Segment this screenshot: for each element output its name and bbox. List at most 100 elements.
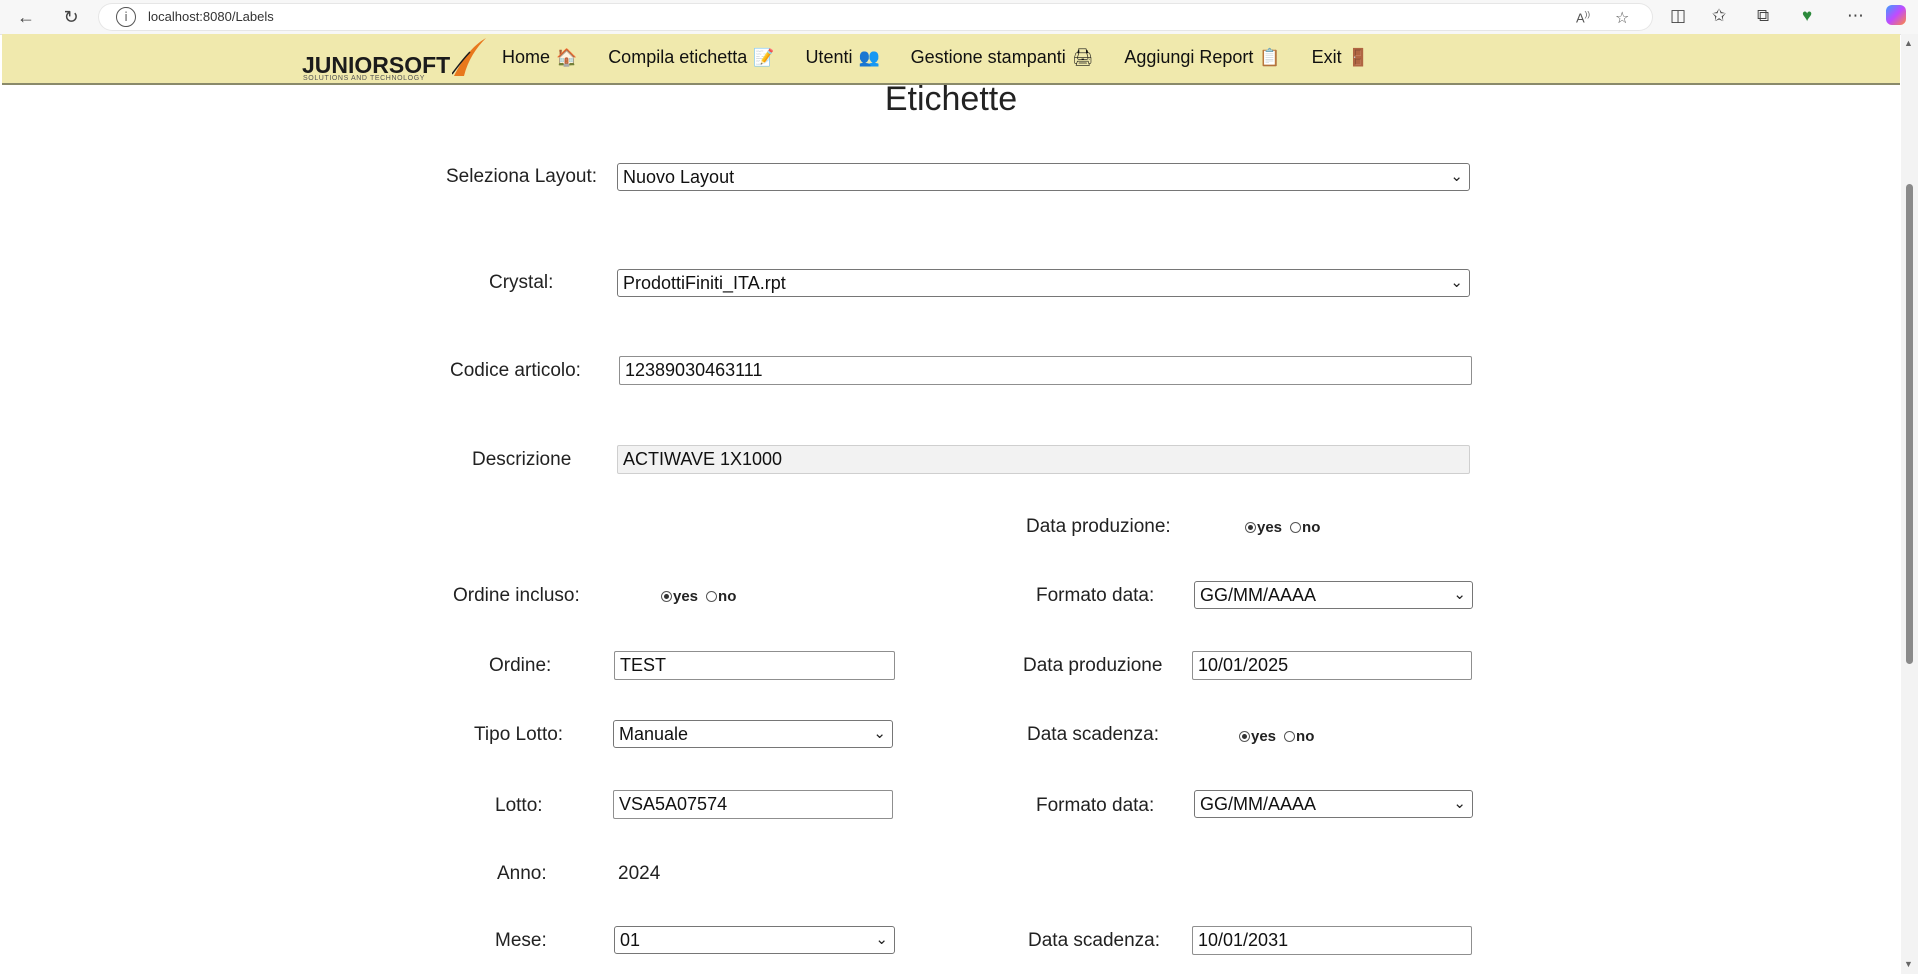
favorite-star-icon[interactable]: ☆ — [1615, 8, 1629, 28]
radio-unchecked[interactable] — [706, 591, 718, 602]
url-text: localhost:8080/Labels — [148, 9, 274, 24]
page-scrollbar[interactable]: ▲ ▼ — [1901, 34, 1918, 974]
users-icon: 👥 — [858, 47, 880, 67]
radio-checked[interactable] — [1239, 731, 1250, 742]
data-produzione-label: Data produzione — [1023, 655, 1163, 676]
data-scadenza-yes[interactable]: yes — [1239, 728, 1276, 745]
formato-data-label: Formato data: — [1036, 585, 1155, 606]
crystal-select[interactable]: ProdottiFiniti_ITA.rpt ⌄ — [617, 269, 1470, 297]
radio-unchecked[interactable] — [1284, 731, 1296, 742]
data-scadenza-input[interactable]: 10/01/2031 — [1192, 926, 1472, 955]
menu-home[interactable]: Home 🏠 — [502, 47, 577, 68]
menu-gestione-stampanti-label: Gestione stampanti — [910, 47, 1066, 67]
ordine-incluso-label: Ordine incluso: — [453, 585, 580, 606]
data-scadenza-no[interactable]: no — [1284, 728, 1314, 745]
ordine-input[interactable]: TEST — [614, 651, 895, 680]
formato-data-select[interactable]: GG/MM/AAAA ⌄ — [1194, 581, 1473, 609]
notepad-icon: 📝 — [753, 47, 775, 67]
logo-swoosh-icon — [452, 38, 486, 76]
ordine-incluso-yes[interactable]: yes — [661, 588, 698, 605]
radio-unchecked[interactable] — [1290, 522, 1302, 533]
home-icon: 🏠 — [556, 47, 578, 67]
radio-yes-label: yes — [1251, 728, 1277, 745]
codice-articolo-input[interactable]: 12389030463111 — [619, 356, 1472, 385]
more-options-icon[interactable]: ⋯ — [1847, 6, 1864, 26]
menu-home-label: Home — [502, 47, 551, 67]
menu-aggiungi-report-label: Aggiungi Report — [1124, 47, 1254, 67]
read-aloud-icon[interactable]: A)) — [1576, 10, 1590, 25]
page-title: Etichette — [884, 80, 1018, 118]
door-icon: 🚪 — [1347, 47, 1369, 67]
chevron-down-icon: ⌄ — [875, 931, 888, 948]
lotto-input[interactable]: VSA5A07574 — [613, 790, 893, 819]
mese-label: Mese: — [495, 930, 547, 951]
scroll-thumb[interactable] — [1906, 184, 1913, 664]
crystal-select-value: ProdottiFiniti_ITA.rpt — [623, 273, 786, 293]
data-produzione-radio-group: yes no — [1245, 519, 1328, 536]
clipboard-icon: 📋 — [1259, 47, 1281, 67]
radio-yes-label: yes — [1257, 519, 1283, 536]
tipo-lotto-select[interactable]: Manuale ⌄ — [613, 720, 893, 748]
radio-yes-label: yes — [673, 588, 699, 605]
scroll-down-icon[interactable]: ▼ — [1904, 959, 1913, 969]
menu-aggiungi-report[interactable]: Aggiungi Report 📋 — [1124, 47, 1280, 68]
mese-select[interactable]: 01 ⌄ — [614, 926, 895, 954]
radio-checked[interactable] — [1245, 522, 1256, 533]
app-header: JUNIORSOFT SOLUTIONS AND TECHNOLOGY Home… — [2, 34, 1900, 85]
formato-data-select-value: GG/MM/AAAA — [1200, 585, 1317, 605]
printer-icon: 🖨 — [1071, 47, 1094, 67]
crystal-label: Crystal: — [489, 272, 554, 293]
back-arrow-icon[interactable]: ← — [15, 6, 37, 28]
data-produzione-toggle-label: Data produzione: — [1026, 516, 1171, 537]
lotto-label: Lotto: — [495, 795, 543, 816]
collections-icon[interactable]: ⧉ — [1757, 6, 1769, 26]
tipo-lotto-label: Tipo Lotto: — [474, 724, 564, 745]
address-bar[interactable]: i localhost:8080/Labels A)) ☆ — [98, 3, 1653, 31]
data-produzione-input[interactable]: 10/01/2025 — [1192, 651, 1472, 680]
scroll-up-icon[interactable]: ▲ — [1904, 38, 1913, 48]
data-produzione-yes[interactable]: yes — [1245, 519, 1282, 536]
chevron-down-icon: ⌄ — [1450, 274, 1463, 291]
menu-utenti[interactable]: Utenti 👥 — [805, 47, 879, 68]
descrizione-input: ACTIWAVE 1X1000 — [617, 445, 1470, 474]
radio-no-label: no — [718, 588, 737, 605]
menu-compila-etichetta-label: Compila etichetta — [608, 47, 748, 67]
chevron-down-icon: ⌄ — [1450, 168, 1463, 185]
reload-icon[interactable]: ↻ — [60, 6, 82, 28]
codice-articolo-label: Codice articolo: — [450, 360, 581, 381]
formato-data-2-label: Formato data: — [1036, 795, 1155, 816]
formato-data-2-select-value: GG/MM/AAAA — [1200, 794, 1317, 814]
data-scadenza-label: Data scadenza: — [1028, 930, 1161, 951]
radio-checked[interactable] — [661, 591, 672, 602]
data-scadenza-radio-group: yes no — [1239, 728, 1322, 745]
anno-label: Anno: — [497, 863, 547, 884]
site-info-icon[interactable]: i — [116, 7, 136, 27]
browser-toolbar: ← ↻ i localhost:8080/Labels A)) ☆ ◫ ✩ ⧉ … — [0, 0, 1918, 35]
copilot-icon[interactable] — [1886, 5, 1906, 25]
radio-no-label: no — [1302, 519, 1321, 536]
descrizione-label: Descrizione — [472, 449, 572, 470]
menu-compila-etichetta[interactable]: Compila etichetta 📝 — [608, 47, 774, 68]
browser-essentials-icon[interactable]: ♥ — [1802, 6, 1812, 26]
tipo-lotto-select-value: Manuale — [619, 724, 689, 744]
ordine-incluso-radio-group: yes no — [661, 588, 744, 605]
juniorsoft-logo[interactable]: JUNIORSOFT SOLUTIONS AND TECHNOLOGY — [302, 38, 487, 82]
menu-exit-label: Exit — [1311, 47, 1342, 67]
menu-exit[interactable]: Exit 🚪 — [1312, 47, 1369, 68]
chevron-down-icon: ⌄ — [1453, 586, 1466, 603]
data-produzione-no[interactable]: no — [1290, 519, 1320, 536]
layout-select-value: Nuovo Layout — [623, 167, 735, 187]
main-menu: Home 🏠 Compila etichetta 📝 Utenti 👥 Gestion… — [502, 47, 1400, 68]
layout-label: Seleziona Layout: — [446, 166, 598, 187]
layout-select[interactable]: Nuovo Layout ⌄ — [617, 163, 1470, 191]
menu-gestione-stampanti[interactable]: Gestione stampanti 🖨 — [911, 47, 1094, 68]
chevron-down-icon: ⌄ — [1453, 795, 1466, 812]
formato-data-2-select[interactable]: GG/MM/AAAA ⌄ — [1194, 790, 1473, 818]
chevron-down-icon: ⌄ — [873, 725, 886, 742]
data-scadenza-toggle-label: Data scadenza: — [1027, 724, 1160, 745]
menu-utenti-label: Utenti — [805, 47, 853, 67]
anno-value: 2024 — [618, 863, 661, 884]
ordine-incluso-no[interactable]: no — [706, 588, 736, 605]
split-screen-icon[interactable]: ◫ — [1670, 6, 1686, 26]
favorites-icon[interactable]: ✩ — [1712, 6, 1726, 26]
